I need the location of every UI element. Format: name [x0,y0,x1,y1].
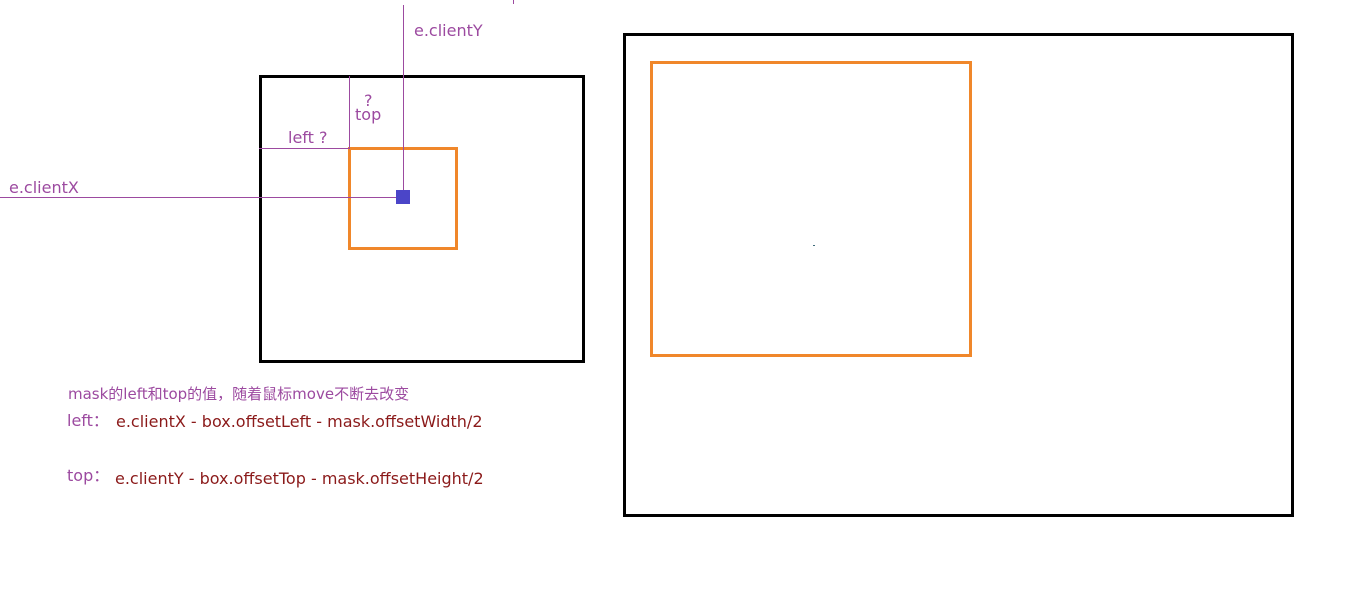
left-formula: e.clientX - box.offsetLeft - mask.offset… [116,412,483,431]
big-box-center-dot [813,245,815,246]
left-offset-guide-line [259,148,350,149]
top-formula-label: top： [67,466,110,485]
top-tick-mark [513,0,514,4]
top-label: top [355,105,382,124]
mouse-cursor-point [396,190,410,204]
top-offset-guide-line [349,76,350,148]
left-formula-label: left： [67,411,109,430]
top-formula: e.clientY - box.offsetTop - mask.offsetH… [115,469,484,488]
client-x-guide-line [0,197,400,198]
big-mask-box [650,61,972,357]
left-question-label: left ? [288,128,328,147]
mask-description-text: mask的left和top的值，随着鼠标move不断去改变 [68,385,410,403]
client-y-guide-line [403,5,404,195]
client-x-label: e.clientX [9,178,79,197]
client-y-label: e.clientY [414,21,483,40]
